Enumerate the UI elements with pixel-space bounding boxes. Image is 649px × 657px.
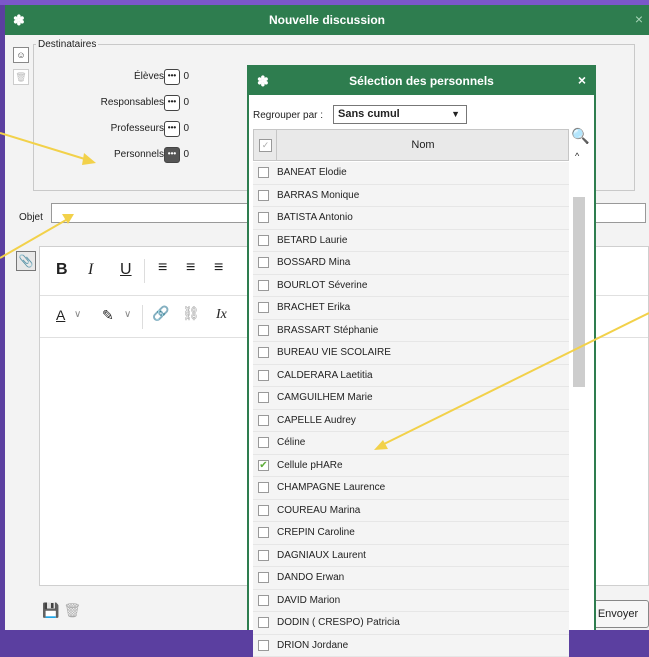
annotation-arrowhead bbox=[62, 214, 74, 224]
annotation-arrowhead bbox=[374, 440, 388, 450]
annotation-arrowhead bbox=[82, 153, 96, 165]
annotation-arrow bbox=[0, 220, 66, 258]
annotation-arrow bbox=[382, 313, 649, 445]
annotation-arrows bbox=[0, 0, 649, 630]
list-item[interactable]: DRION Jordane bbox=[253, 635, 569, 657]
row-checkbox[interactable] bbox=[258, 640, 269, 651]
annotation-arrow bbox=[0, 133, 88, 160]
staff-name: DRION Jordane bbox=[277, 640, 348, 651]
